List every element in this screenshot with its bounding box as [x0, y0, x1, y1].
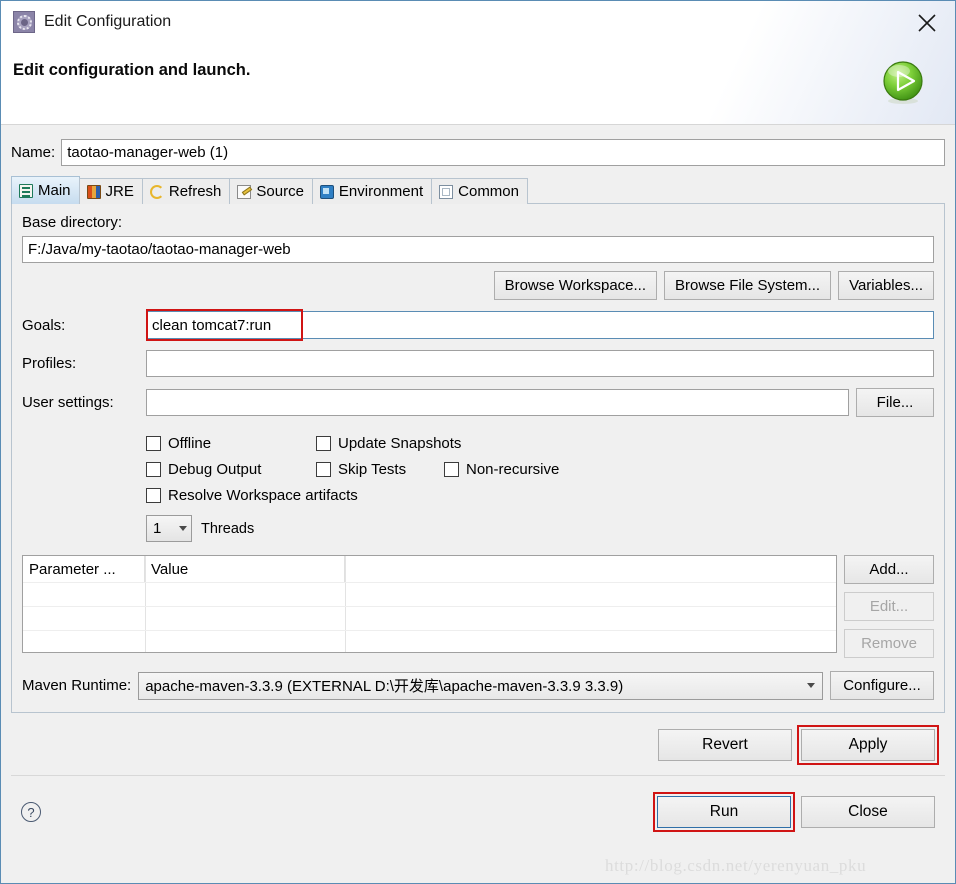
maven-runtime-label: Maven Runtime: [22, 677, 132, 694]
checkbox-row-3: Resolve Workspace artifacts [146, 482, 934, 508]
dialog-body: Name: taotao-manager-web (1) Main JRE Re… [1, 125, 955, 883]
tab-refresh[interactable]: Refresh [141, 178, 231, 204]
checkbox-resolve-workspace-artifacts-box[interactable] [146, 487, 161, 503]
tab-jre-label: JRE [105, 183, 134, 200]
parameter-table-area: Parameter ... Value Add... Edit... Remov… [22, 555, 934, 658]
user-settings-row: User settings: File... [22, 388, 934, 417]
chevron-down-icon [179, 526, 187, 531]
tab-source[interactable]: Source [229, 178, 313, 204]
base-directory-label: Base directory: [22, 214, 123, 231]
tab-source-label: Source [256, 183, 304, 200]
tab-common[interactable]: Common [431, 178, 528, 204]
checkbox-offline[interactable]: Offline [146, 435, 316, 452]
user-settings-file-button[interactable]: File... [856, 388, 934, 417]
remove-button: Remove [844, 629, 934, 658]
checkbox-debug-output-box[interactable] [146, 461, 161, 477]
user-settings-input[interactable] [146, 389, 849, 416]
checkbox-offline-label: Offline [168, 434, 212, 452]
tab-environment-label: Environment [338, 183, 424, 200]
help-question-icon[interactable]: ? [21, 802, 41, 822]
browse-button-row: Browse Workspace... Browse File System..… [22, 271, 934, 300]
revert-button[interactable]: Revert [658, 729, 792, 761]
user-settings-label: User settings: [22, 394, 114, 411]
tab-jre[interactable]: JRE [78, 178, 143, 204]
run-button[interactable]: Run [657, 796, 791, 828]
column-header-parameter[interactable]: Parameter ... [23, 556, 145, 582]
tab-refresh-label: Refresh [168, 183, 222, 200]
apply-button[interactable]: Apply [801, 729, 935, 761]
checkbox-debug-output-label: Debug Output [168, 460, 262, 478]
checkbox-update-snapshots[interactable]: Update Snapshots [316, 435, 461, 452]
configure-button[interactable]: Configure... [830, 671, 934, 700]
checkbox-update-snapshots-box[interactable] [316, 435, 331, 451]
checkbox-resolve-workspace-artifacts[interactable]: Resolve Workspace artifacts [146, 487, 358, 504]
checkbox-non-recursive[interactable]: Non-recursive [444, 461, 559, 478]
goals-label: Goals: [22, 316, 66, 334]
apply-row: Revert Apply [11, 725, 945, 765]
threads-dropdown[interactable]: 1 [146, 515, 192, 542]
tab-bar: Main JRE Refresh Source Environment Comm… [11, 176, 945, 204]
parameter-table-buttons: Add... Edit... Remove [844, 555, 934, 658]
checkbox-row-1: Offline Update Snapshots [146, 430, 934, 456]
close-button[interactable]: Close [801, 796, 935, 828]
browse-workspace-button[interactable]: Browse Workspace... [493, 271, 658, 300]
checkbox-skip-tests[interactable]: Skip Tests [316, 461, 444, 478]
checkbox-skip-tests-box[interactable] [316, 461, 331, 477]
run-play-icon[interactable] [879, 58, 927, 106]
tab-environment[interactable]: Environment [311, 178, 433, 204]
checkbox-resolve-workspace-artifacts-label: Resolve Workspace artifacts [168, 486, 358, 504]
goals-input[interactable]: clean tomcat7:run [146, 311, 934, 339]
threads-value: 1 [153, 520, 162, 537]
checkbox-offline-box[interactable] [146, 435, 161, 451]
checkbox-row-2: Debug Output Skip Tests Non-recursive [146, 456, 934, 482]
checkbox-non-recursive-label: Non-recursive [466, 460, 560, 478]
edit-button: Edit... [844, 592, 934, 621]
threads-label: Threads [201, 520, 255, 537]
column-header-value[interactable]: Value [145, 556, 345, 582]
jre-books-icon [86, 184, 101, 199]
maven-runtime-row: Maven Runtime: apache-maven-3.3.9 (EXTER… [22, 671, 934, 700]
footer-buttons: Run Close [653, 792, 935, 832]
browse-file-system-button[interactable]: Browse File System... [664, 271, 832, 300]
tab-common-label: Common [458, 183, 519, 200]
clipboard-icon [19, 183, 33, 198]
checkbox-group: Offline Update Snapshots Debug Output Sk… [146, 430, 934, 508]
profiles-label: Profiles: [22, 355, 77, 372]
title-row: Edit Configuration [13, 11, 171, 33]
dialog-title: Edit Configuration [44, 13, 172, 30]
tab-main-label: Main [38, 182, 71, 199]
dialog-footer: ? Run Close [11, 776, 945, 836]
main-tab-panel: Base directory: F:/Java/my-taotao/taotao… [11, 203, 945, 713]
name-row: Name: taotao-manager-web (1) [11, 139, 945, 166]
checkbox-non-recursive-box[interactable] [444, 461, 459, 477]
name-input[interactable]: taotao-manager-web (1) [61, 139, 945, 166]
close-icon[interactable] [910, 7, 944, 39]
dialog-subtitle: Edit configuration and launch. [13, 61, 251, 79]
threads-row: 1 Threads [146, 515, 934, 542]
parameter-table[interactable]: Parameter ... Value [22, 555, 837, 653]
checkbox-skip-tests-label: Skip Tests [338, 460, 407, 478]
add-button[interactable]: Add... [844, 555, 934, 584]
goals-row: Goals: clean tomcat7:run [22, 309, 934, 341]
tab-main[interactable]: Main [11, 176, 80, 204]
source-pencil-icon [237, 184, 252, 199]
name-label: Name: [11, 144, 56, 161]
edit-configuration-dialog: Edit Configuration Edit configuration an… [0, 0, 956, 884]
profiles-row: Profiles: [22, 350, 934, 377]
common-window-icon [439, 184, 454, 199]
dialog-header: Edit Configuration Edit configuration an… [1, 1, 955, 125]
refresh-icon [149, 184, 164, 199]
profiles-input[interactable] [146, 350, 934, 377]
maven-runtime-dropdown[interactable]: apache-maven-3.3.9 (EXTERNAL D:\开发库\apac… [138, 671, 823, 700]
variables-button[interactable]: Variables... [838, 271, 934, 300]
gear-icon [13, 11, 35, 33]
maven-runtime-value: apache-maven-3.3.9 (EXTERNAL D:\开发库\apac… [145, 678, 624, 695]
column-header-blank[interactable] [345, 556, 836, 582]
checkbox-update-snapshots-label: Update Snapshots [338, 434, 462, 452]
chevron-down-icon [807, 683, 815, 688]
checkbox-debug-output[interactable]: Debug Output [146, 461, 316, 478]
base-directory-input[interactable]: F:/Java/my-taotao/taotao-manager-web [22, 236, 934, 263]
environment-icon [319, 184, 334, 199]
